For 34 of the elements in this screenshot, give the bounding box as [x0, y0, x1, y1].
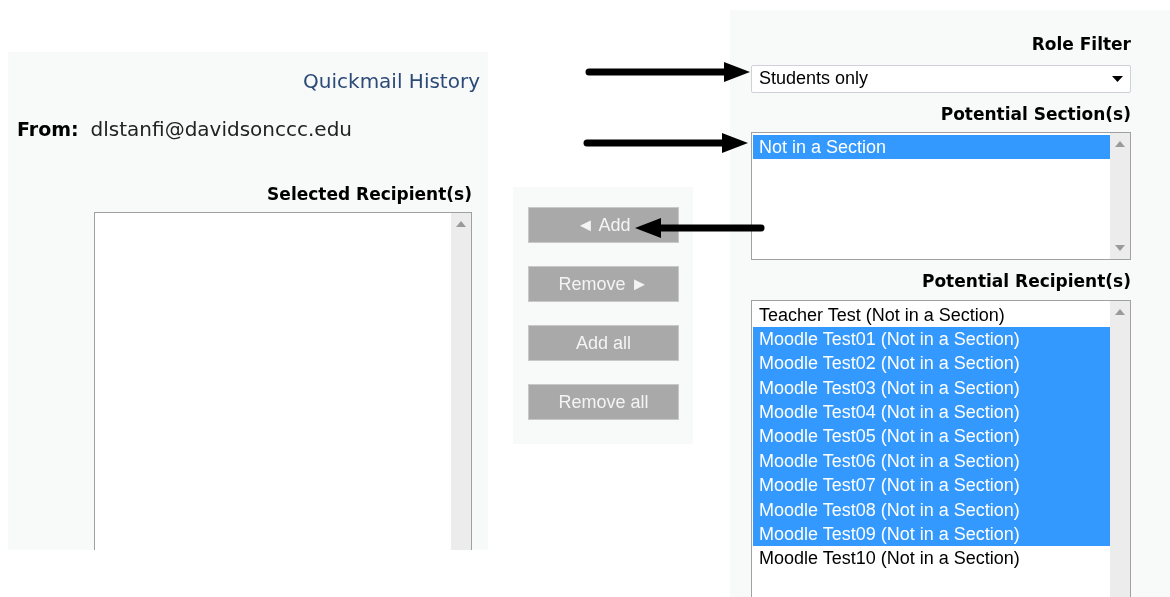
from-label: From: [17, 117, 79, 142]
dropdown-caret-icon [1112, 75, 1123, 82]
list-option[interactable]: Moodle Test07 (Not in a Section) [753, 473, 1110, 498]
list-option[interactable]: Moodle Test02 (Not in a Section) [753, 351, 1110, 376]
scrollbar[interactable] [451, 212, 471, 550]
scroll-up-icon[interactable] [456, 220, 466, 227]
scrollbar[interactable] [1110, 133, 1130, 259]
list-label: Selected Recipient(s) [267, 183, 472, 206]
list-label: Potential Section(s) [940, 102, 1131, 126]
list-option[interactable]: Not in a Section [753, 135, 1110, 160]
list-option[interactable]: Moodle Test04 (Not in a Section) [753, 400, 1110, 425]
filter-label: Role Filter [1031, 33, 1131, 56]
list-option[interactable]: Moodle Test09 (Not in a Section) [753, 522, 1110, 547]
list-option[interactable]: Moodle Test10 (Not in a Section) [753, 546, 1110, 571]
action-button[interactable]: Remove ► [528, 266, 679, 302]
recipients-list[interactable] [751, 299, 1131, 597]
list-label: Potential Recipient(s) [922, 270, 1131, 293]
list-option[interactable]: Moodle Test05 (Not in a Section) [753, 424, 1110, 449]
history-link[interactable]: Quickmail History [303, 66, 480, 96]
action-button[interactable]: Add all [528, 325, 679, 361]
action-button[interactable]: Remove all [528, 384, 679, 420]
sections-list[interactable]: Not in a Section [751, 132, 1131, 260]
role-select[interactable]: Students only [751, 64, 1131, 93]
list-option[interactable]: Moodle Test03 (Not in a Section) [753, 375, 1110, 401]
list-option[interactable]: Teacher Test (Not in a Section) [753, 302, 1110, 327]
action-button[interactable]: ◄ Add [528, 207, 679, 243]
from-address: dlstanfi@davidsonccc.edu [90, 116, 353, 143]
list-option[interactable]: Moodle Test08 (Not in a Section) [753, 497, 1110, 522]
scrollbar[interactable] [1110, 300, 1130, 597]
list-option[interactable]: Moodle Test06 (Not in a Section) [753, 448, 1110, 474]
scroll-up-icon[interactable] [1115, 141, 1125, 147]
scroll-up-icon[interactable] [1115, 308, 1125, 315]
scroll-down-icon[interactable] [1115, 245, 1125, 251]
list-option[interactable]: Moodle Test01 (Not in a Section) [753, 326, 1110, 352]
